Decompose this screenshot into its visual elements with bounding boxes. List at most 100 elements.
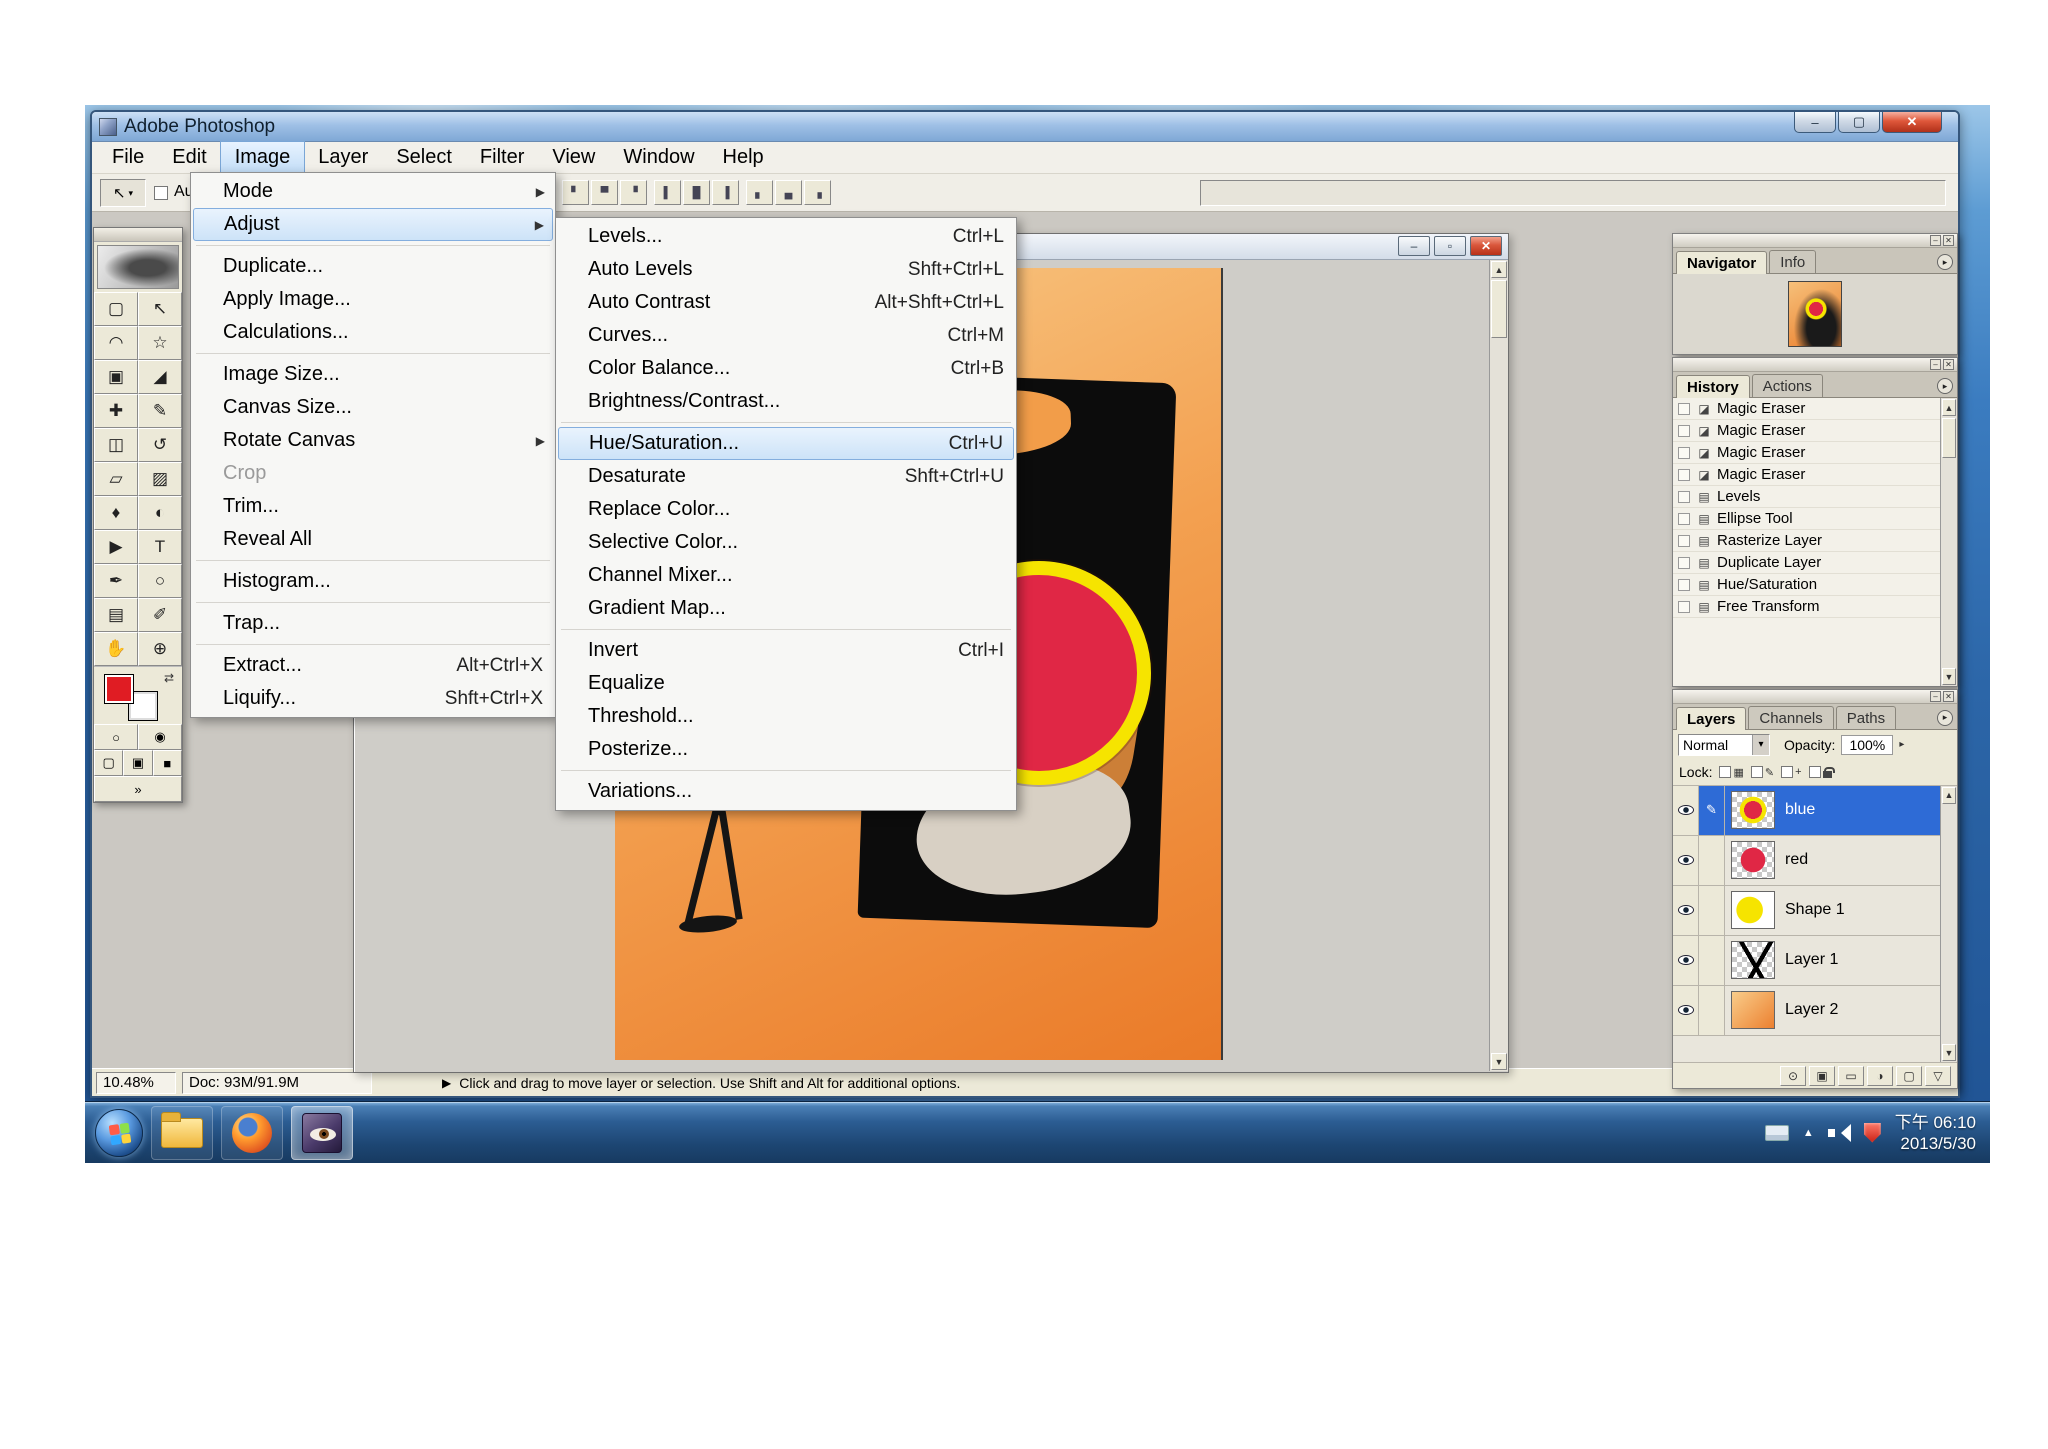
tool-history-brush[interactable]: ↺ xyxy=(138,428,182,462)
history-item[interactable]: ◪ Magic Eraser xyxy=(1673,442,1940,464)
align-vcenter-button[interactable]: ▀ xyxy=(591,180,618,205)
menu-item-adjust[interactable]: Adjust ▶ xyxy=(193,208,553,241)
layer-thumbnail[interactable] xyxy=(1731,941,1775,980)
tab-paths[interactable]: Paths xyxy=(1835,705,1897,729)
history-source-checkbox[interactable] xyxy=(1678,600,1690,613)
tool-crop[interactable]: ▣ xyxy=(94,360,138,394)
scroll-up-button[interactable]: ▲ xyxy=(1491,261,1507,278)
doc-minimize-button[interactable]: ‒ xyxy=(1398,236,1430,256)
menu-item-desaturate[interactable]: Desaturate Shft+Ctrl+U xyxy=(558,460,1014,493)
palette-close-icon[interactable]: ✕ xyxy=(1943,359,1954,370)
menu-item-trim[interactable]: Trim... xyxy=(193,490,553,523)
menu-edit[interactable]: Edit xyxy=(158,142,220,173)
menu-item-levels[interactable]: Levels... Ctrl+L xyxy=(558,220,1014,253)
tool-brush[interactable]: ✎ xyxy=(138,394,182,428)
history-item[interactable]: ◪ Magic Eraser xyxy=(1673,464,1940,486)
layer-thumbnail[interactable] xyxy=(1731,841,1775,880)
history-item[interactable]: ▤ Levels xyxy=(1673,486,1940,508)
lock-checkbox[interactable] xyxy=(1781,766,1794,779)
layer-visibility-toggle[interactable] xyxy=(1673,835,1699,885)
layer-thumbnail[interactable] xyxy=(1731,791,1775,830)
menu-item-auto-levels[interactable]: Auto Levels Shft+Ctrl+L xyxy=(558,253,1014,286)
tool-type[interactable]: T xyxy=(138,530,182,564)
distribute-bottom-button[interactable]: ▗ xyxy=(804,180,831,205)
ime-keyboard-icon[interactable] xyxy=(1764,1124,1789,1141)
align-bottom-button[interactable]: ▝ xyxy=(620,180,647,205)
menu-layer[interactable]: Layer xyxy=(304,142,382,173)
align-top-button[interactable]: ▘ xyxy=(562,180,589,205)
layers-scrollbar[interactable]: ▲ ▼ xyxy=(1940,785,1957,1063)
scroll-down-button[interactable]: ▼ xyxy=(1942,668,1956,685)
menu-item-selective-color[interactable]: Selective Color... xyxy=(558,526,1014,559)
jump-to-imageready-button[interactable]: » xyxy=(94,776,182,802)
opacity-field[interactable]: 100% xyxy=(1841,734,1894,755)
layer-row-layer2[interactable]: Layer 2 xyxy=(1673,985,1940,1036)
layer-edit-cell[interactable] xyxy=(1699,885,1725,935)
tab-actions[interactable]: Actions xyxy=(1751,374,1823,397)
standard-mode-button[interactable]: ○ xyxy=(94,724,138,750)
align-left-button[interactable]: ▌ xyxy=(654,180,681,205)
layer-visibility-toggle[interactable] xyxy=(1673,885,1699,935)
history-source-checkbox[interactable] xyxy=(1678,424,1690,437)
doc-close-button[interactable]: ✕ xyxy=(1470,236,1502,256)
menu-view[interactable]: View xyxy=(538,142,609,173)
menu-item-brightness-contrast[interactable]: Brightness/Contrast... xyxy=(558,385,1014,418)
new-layer-button[interactable]: ▢ xyxy=(1896,1065,1922,1086)
history-source-checkbox[interactable] xyxy=(1678,534,1690,547)
tool-eraser[interactable]: ▱ xyxy=(94,462,138,496)
adjustment-layer-button[interactable]: ◑ xyxy=(1867,1065,1893,1086)
fullscreen-menubar-button[interactable]: ▣ xyxy=(123,750,153,776)
tray-expand-icon[interactable]: ▲ xyxy=(1803,1127,1814,1139)
history-item[interactable]: ▤ Rasterize Layer xyxy=(1673,530,1940,552)
tool-lasso[interactable]: ◠ xyxy=(94,326,138,360)
menu-image[interactable]: Image xyxy=(219,141,306,174)
menu-item-calculations[interactable]: Calculations... xyxy=(193,316,553,349)
doc-size-field[interactable]: Doc: 93M/91.9M xyxy=(182,1071,372,1094)
menu-item-reveal-all[interactable]: Reveal All xyxy=(193,523,553,556)
lock-all[interactable] xyxy=(1808,766,1835,779)
layer-visibility-toggle[interactable] xyxy=(1673,785,1699,835)
distribute-vcenter-button[interactable]: ▄ xyxy=(775,180,802,205)
palette-menu-icon[interactable]: ▸ xyxy=(1937,254,1953,270)
layer-set-button[interactable]: ▭ xyxy=(1838,1065,1864,1086)
toolbox-drag-handle[interactable] xyxy=(94,228,182,242)
scroll-down-button[interactable]: ▼ xyxy=(1491,1053,1507,1070)
maximize-button[interactable]: ▢ xyxy=(1838,112,1880,133)
menu-item-apply-image[interactable]: Apply Image... xyxy=(193,283,553,316)
menu-item-trap[interactable]: Trap... xyxy=(193,607,553,640)
palette-menu-icon[interactable]: ▸ xyxy=(1937,378,1953,394)
history-item[interactable]: ▤ Free Transform xyxy=(1673,596,1940,618)
layer-thumbnail[interactable] xyxy=(1731,991,1775,1030)
history-titlebar[interactable]: ‒ ✕ xyxy=(1673,358,1957,372)
layer-row-blue[interactable]: ✎ blue xyxy=(1673,785,1940,836)
scroll-up-button[interactable]: ▲ xyxy=(1942,399,1956,416)
menu-file[interactable]: File xyxy=(98,142,158,173)
menu-item-extract[interactable]: Extract... Alt+Ctrl+X xyxy=(193,649,553,682)
navigator-thumbnail[interactable] xyxy=(1788,281,1842,347)
tool-blur[interactable]: ♦ xyxy=(94,496,138,530)
blend-mode-select[interactable]: Normal ▾ xyxy=(1678,733,1770,756)
menu-item-rotate-canvas[interactable]: Rotate Canvas ▶ xyxy=(193,424,553,457)
opacity-popup-icon[interactable]: ▸ xyxy=(1899,739,1904,750)
menu-item-posterize[interactable]: Posterize... xyxy=(558,733,1014,766)
delete-layer-button[interactable]: ▽ xyxy=(1925,1065,1951,1086)
layer-visibility-toggle[interactable] xyxy=(1673,935,1699,985)
close-button[interactable]: ✕ xyxy=(1882,112,1942,133)
palette-close-icon[interactable]: ✕ xyxy=(1943,691,1954,702)
tool-eyedropper[interactable]: ✐ xyxy=(138,598,182,632)
tab-layers[interactable]: Layers xyxy=(1676,706,1747,730)
history-item[interactable]: ◪ Magic Eraser xyxy=(1673,420,1940,442)
tab-info[interactable]: Info xyxy=(1769,250,1817,273)
tool-hand[interactable]: ✋ xyxy=(94,632,138,666)
palette-close-icon[interactable]: ✕ xyxy=(1943,235,1954,246)
history-item[interactable]: ▤ Duplicate Layer xyxy=(1673,552,1940,574)
taskbar-clock[interactable]: 下午 06:10 2013/5/30 xyxy=(1895,1112,1976,1154)
menu-item-duplicate[interactable]: Duplicate... xyxy=(193,250,553,283)
menu-select[interactable]: Select xyxy=(382,142,466,173)
scroll-up-button[interactable]: ▲ xyxy=(1942,786,1956,804)
menu-item-equalize[interactable]: Equalize xyxy=(558,667,1014,700)
history-item[interactable]: ▤ Hue/Saturation xyxy=(1673,574,1940,596)
tool-move[interactable]: ↖ xyxy=(138,292,182,326)
lock-checkbox[interactable] xyxy=(1808,766,1821,779)
start-button[interactable] xyxy=(95,1108,143,1157)
